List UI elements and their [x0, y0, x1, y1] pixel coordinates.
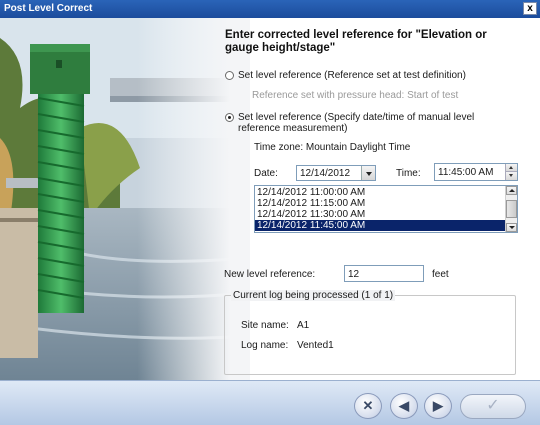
form-panel: Enter corrected level reference for "Ele… — [220, 18, 540, 380]
title-bar: Post Level Correct x — [0, 0, 540, 18]
scroll-thumb[interactable] — [506, 200, 517, 218]
scroll-up-icon[interactable] — [506, 186, 517, 195]
finish-button[interactable]: ✓ — [460, 394, 526, 419]
close-icon[interactable]: x — [523, 2, 537, 15]
new-level-value[interactable]: 12 — [348, 269, 359, 280]
chevron-down-icon[interactable] — [361, 166, 375, 180]
spin-up-icon[interactable] — [506, 164, 517, 172]
cancel-button[interactable]: ✕ — [354, 393, 382, 419]
log-name-label: Log name: — [241, 340, 289, 351]
list-item[interactable]: 12/14/2012 11:15:00 AM — [255, 198, 505, 209]
list-item-selected[interactable]: 12/14/2012 11:45:00 AM — [255, 220, 505, 231]
timezone-label: Time zone: Mountain Daylight Time — [254, 142, 411, 153]
site-name-label: Site name: — [241, 320, 289, 331]
radio-manual-reference[interactable] — [225, 113, 234, 122]
time-spinner[interactable]: 11:45:00 AM — [434, 163, 518, 181]
time-list[interactable]: 12/14/2012 11:00:00 AM 12/14/2012 11:15:… — [254, 185, 518, 233]
new-level-unit: feet — [432, 269, 449, 280]
window-title: Post Level Correct — [4, 3, 93, 14]
log-name-value: Vented1 — [297, 340, 334, 351]
time-label: Time: — [396, 168, 421, 179]
scroll-down-icon[interactable] — [506, 223, 517, 232]
current-log-group: Current log being processed (1 of 1) Sit… — [224, 290, 516, 375]
radio-test-definition[interactable] — [225, 71, 234, 80]
radio-manual-reference-label-line1[interactable]: Set level reference (Specify date/time o… — [238, 112, 474, 123]
spinner-buttons — [505, 164, 517, 180]
back-button[interactable]: ◀ — [390, 393, 418, 419]
test-definition-sublabel: Reference set with pressure head: Start … — [252, 90, 459, 101]
list-item[interactable]: 12/14/2012 11:00:00 AM — [255, 187, 505, 198]
list-item[interactable]: 12/14/2012 11:30:00 AM — [255, 209, 505, 220]
next-arrow-icon: ▶ — [433, 398, 443, 413]
next-button[interactable]: ▶ — [424, 393, 452, 419]
list-scrollbar[interactable] — [505, 186, 517, 232]
well-gauge-photo — [0, 18, 250, 380]
back-arrow-icon: ◀ — [399, 398, 409, 413]
new-level-input[interactable]: 12 — [344, 265, 424, 282]
radio-test-definition-label[interactable]: Set level reference (Reference set at te… — [238, 70, 466, 81]
date-dropdown[interactable]: 12/14/2012 — [296, 165, 376, 181]
radio-manual-reference-label-line2[interactable]: reference measurement) — [238, 123, 348, 134]
bottom-bar: ✕ ◀ ▶ ✓ — [0, 380, 540, 425]
cancel-icon: ✕ — [362, 398, 374, 413]
check-icon: ✓ — [486, 397, 500, 414]
spin-down-icon[interactable] — [506, 172, 517, 180]
current-log-legend: Current log being processed (1 of 1) — [231, 290, 396, 301]
time-value[interactable]: 11:45:00 AM — [438, 167, 493, 178]
date-value: 12/14/2012 — [300, 168, 351, 179]
new-level-label: New level reference: — [224, 269, 316, 280]
site-name-value: A1 — [297, 320, 310, 331]
page-title: Enter corrected level reference for "Ele… — [225, 29, 487, 54]
date-label: Date: — [254, 168, 278, 179]
